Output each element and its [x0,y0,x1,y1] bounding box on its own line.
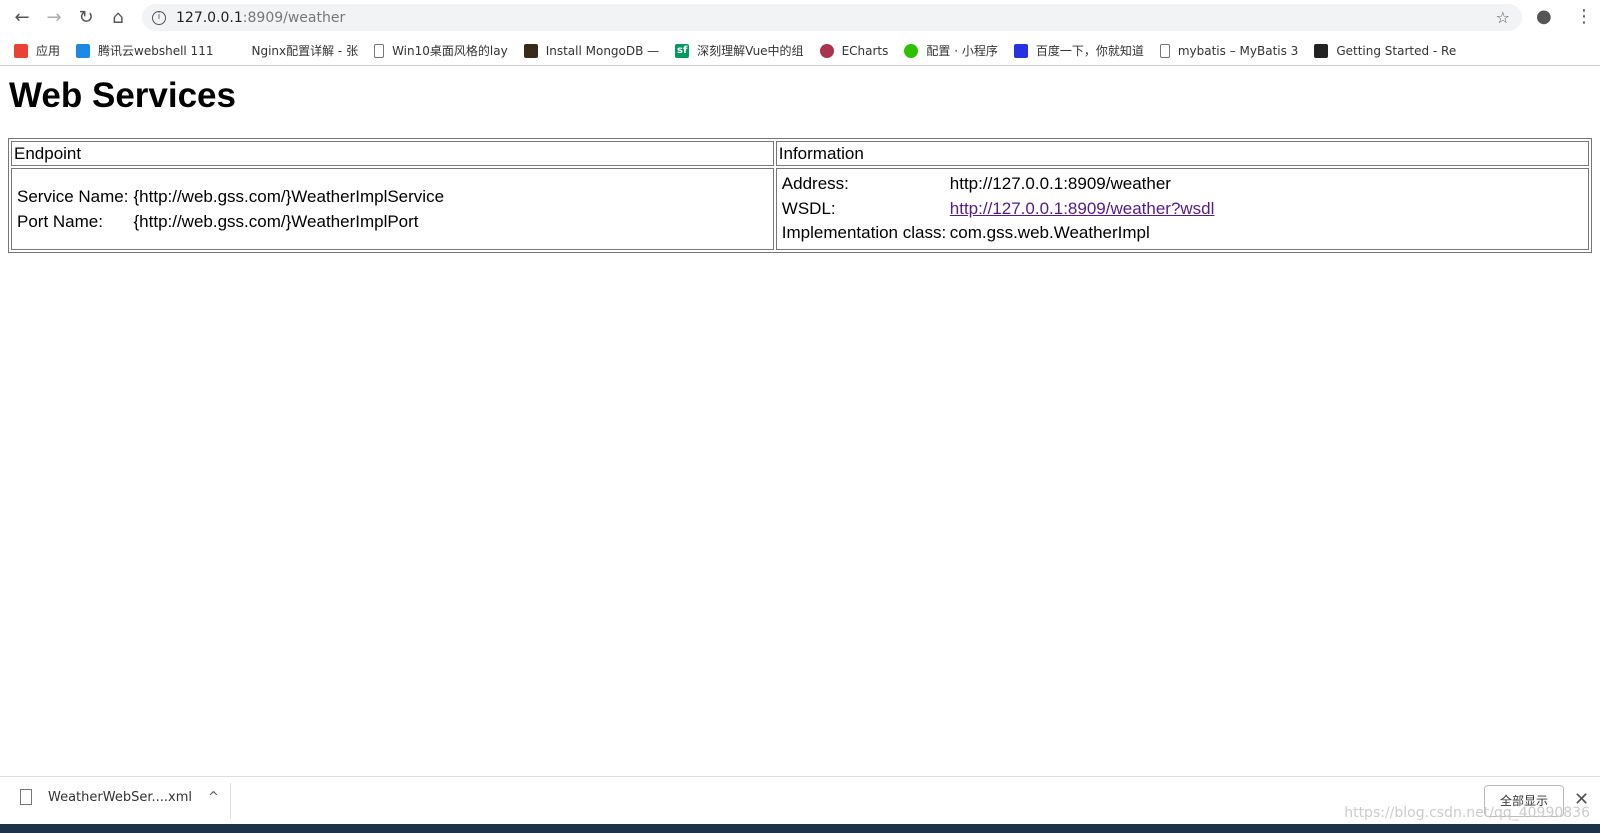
wsdl-label: WSDL: [781,198,836,218]
implementation-label: Implementation class: [781,223,947,242]
forward-icon[interactable]: → [38,7,70,28]
watermark: https://blog.csdn.net/qq_40990836 [1344,805,1590,821]
download-filename: WeatherWebSer....xml [48,789,192,805]
bookmark-item[interactable]: Getting Started - Re [1314,43,1457,58]
bookmark-item[interactable]: 配置 · 小程序 [904,42,998,59]
bookmark-label: 深刻理解Vue中的组 [697,44,804,58]
page-icon [374,43,385,58]
port-name-label: Port Name: [17,211,103,231]
wsdl-link[interactable]: http://127.0.0.1:8909/weather?wsdl [950,199,1215,218]
bookmark-label: 应用 [36,44,61,58]
address-bar[interactable]: i 127.0.0.1:8909/weather ☆ [142,4,1522,31]
bookmark-item[interactable]: Install MongoDB — [523,43,660,58]
bookmark-item[interactable]: mybatis – MyBatis 3 [1159,43,1299,58]
react-icon [1314,43,1329,58]
bookmark-label: Nginx配置详解 - 张 [251,44,359,58]
baidu-paw-icon [1013,43,1028,58]
bookmark-item[interactable]: Nginx配置详解 - 张 [229,42,358,59]
taskbar [0,824,1600,833]
divider [230,783,231,819]
download-item[interactable]: WeatherWebSer....xml ^ [20,789,219,805]
service-name-value: {http://web.gss.com/}WeatherImplService [133,186,445,206]
home-icon[interactable]: ⌂ [102,7,134,28]
bookmark-label: Install MongoDB — [545,43,660,58]
site-icon [229,44,243,58]
cloud-icon [76,43,91,58]
header-endpoint: Endpoint [11,141,774,166]
bookmark-label: 配置 · 小程序 [926,44,998,58]
address-value: http://127.0.0.1:8909/weather [949,174,1171,193]
implementation-value: com.gss.web.WeatherImpl [949,223,1150,242]
information-cell: Address: http://127.0.0.1:8909/weather W… [775,168,1589,250]
bookmark-item[interactable]: ECharts [819,43,889,58]
url-path: :8909/weather [242,9,346,26]
bookmark-item[interactable]: Win10桌面风格的lay [374,42,508,59]
table-row: Service Name: {http://web.gss.com/}Weath… [11,168,1589,250]
endpoint-cell: Service Name: {http://web.gss.com/}Weath… [11,168,774,250]
sf-icon: sf [675,43,690,58]
services-table: Endpoint Information Service Name: {http… [8,138,1592,253]
echarts-icon [819,43,834,58]
bookmark-label: Getting Started - Re [1336,43,1457,58]
page-title: Web Services [9,76,236,115]
bookmark-item[interactable]: 百度一下，你就知道 [1013,42,1144,59]
wechat-icon [904,43,919,58]
bookmark-item[interactable]: sf 深刻理解Vue中的组 [675,42,804,59]
apps-grid-icon [14,43,28,58]
bookmark-item[interactable]: 应用 [14,42,60,59]
reload-icon[interactable]: ↻ [70,7,102,28]
bookmark-star-icon[interactable]: ☆ [1496,8,1510,27]
chevron-up-icon[interactable]: ^ [208,790,219,805]
file-icon [20,789,32,805]
bookmark-label: 百度一下，你就知道 [1035,44,1144,58]
mongodb-leaf-icon [523,43,538,58]
bookmark-item[interactable]: 腾讯云webshell 111 [76,42,213,59]
address-label: Address: [781,174,849,193]
bookmark-label: ECharts [841,43,889,58]
account-icon[interactable]: ● [1536,6,1552,27]
download-bar: WeatherWebSer....xml ^ 全部显示 ✕ https://bl… [0,776,1600,824]
info-icon[interactable]: i [152,10,166,25]
browser-toolbar: ← → ↻ ⌂ i 127.0.0.1:8909/weather ☆ ● ⋮ [0,0,1600,34]
back-icon[interactable]: ← [6,7,38,28]
bookmark-label: mybatis – MyBatis 3 [1177,43,1299,58]
table-header-row: Endpoint Information [11,141,1589,166]
bookmarks-bar: 应用 腾讯云webshell 111 Nginx配置详解 - 张 Win10桌面风格的… [0,36,1600,66]
port-name-value: {http://web.gss.com/}WeatherImplPort [133,211,419,231]
header-information: Information [775,141,1589,166]
menu-icon[interactable]: ⋮ [1575,6,1593,27]
bookmark-label: Win10桌面风格的lay [392,44,508,58]
bookmark-label: 腾讯云webshell 111 [98,44,214,58]
service-name-label: Service Name: [17,186,129,206]
page-icon [1159,43,1170,58]
url-host: 127.0.0.1 [176,9,243,26]
